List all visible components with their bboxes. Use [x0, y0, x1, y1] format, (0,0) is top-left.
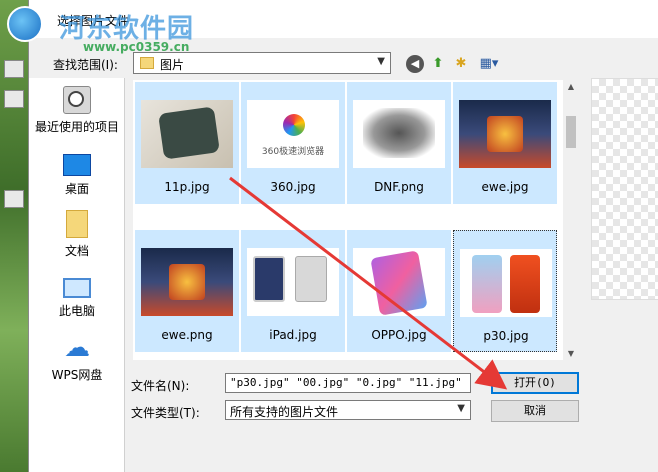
place-label: 桌面 — [64, 182, 89, 196]
folder-icon — [140, 57, 154, 69]
file-name: iPad.jpg — [269, 328, 317, 342]
image-thumbnail — [353, 248, 445, 316]
background-window-icon — [4, 60, 24, 78]
file-name: ewe.jpg — [481, 180, 529, 194]
image-thumbnail: 360极速浏览器 — [247, 100, 339, 168]
open-button[interactable]: 打开(O) — [491, 372, 579, 394]
file-item[interactable]: p30.jpg — [453, 230, 557, 352]
phone-image — [510, 255, 540, 313]
file-item[interactable]: 360极速浏览器 360.jpg — [241, 82, 345, 204]
filetype-value: 所有支持的图片文件 — [230, 405, 339, 419]
tablet-image — [295, 256, 327, 302]
filename-input[interactable]: "p30.jpg" "00.jpg" "0.jpg" "11.jpg" " — [225, 373, 471, 393]
file-name: p30.jpg — [483, 329, 529, 343]
place-label: 最近使用的项目 — [34, 120, 119, 134]
view-menu-icon[interactable]: ▦▾ — [476, 55, 502, 73]
back-arrow-icon[interactable]: ◀ — [406, 55, 424, 73]
image-thumbnail — [460, 249, 552, 317]
image-thumbnail — [247, 248, 339, 316]
place-desktop[interactable]: 桌面 — [29, 150, 125, 197]
tablet-image — [253, 256, 285, 302]
filename-label: 文件名(N): — [131, 379, 190, 393]
file-item[interactable]: 11p.jpg — [135, 82, 239, 204]
file-name: 360.jpg — [270, 180, 316, 194]
vertical-scrollbar[interactable]: ▲ ▼ — [563, 80, 579, 360]
file-name: OPPO.jpg — [371, 328, 427, 342]
lookin-label: 查找范围(I): — [53, 58, 118, 72]
filetype-label: 文件类型(T): — [131, 406, 200, 420]
up-folder-icon[interactable]: ⬆ — [429, 55, 447, 73]
file-item[interactable]: ewe.png — [135, 230, 239, 352]
thumbnail-text: 360极速浏览器 — [261, 147, 325, 157]
cancel-button[interactable]: 取消 — [491, 400, 579, 422]
image-thumbnail — [141, 248, 233, 316]
image-thumbnail — [353, 100, 445, 168]
places-bar: 最近使用的项目 桌面 文档 此电脑 ☁ WPS网盘 — [29, 78, 125, 472]
desktop-icon — [63, 154, 91, 176]
place-label: 文档 — [64, 244, 89, 258]
chevron-down-icon: ▼ — [377, 56, 385, 67]
preview-pane — [591, 78, 658, 300]
file-item[interactable]: DNF.png — [347, 82, 451, 204]
filetype-select[interactable]: 所有支持的图片文件 ▼ — [225, 400, 471, 420]
image-thumbnail — [459, 100, 551, 168]
this-pc-icon — [63, 278, 91, 298]
place-label: 此电脑 — [58, 304, 95, 318]
file-item[interactable]: ewe.jpg — [453, 82, 557, 204]
place-documents[interactable]: 文档 — [29, 210, 125, 259]
background-window-icon — [4, 90, 24, 108]
place-recent[interactable]: 最近使用的项目 — [29, 86, 125, 135]
lookin-value: 图片 — [160, 58, 185, 72]
open-file-dialog: 选择图片文件 河东软件园 www.pc0359.cn 查找范围(I): 图片 ▼… — [7, 0, 658, 472]
file-list[interactable]: 11p.jpg 360极速浏览器 360.jpg DNF.png ewe.jpg… — [133, 80, 577, 360]
recent-items-icon — [63, 86, 91, 114]
file-name: 11p.jpg — [164, 180, 210, 194]
title-bar: 选择图片文件 河东软件园 www.pc0359.cn — [7, 0, 658, 54]
chevron-down-icon: ▼ — [457, 403, 465, 414]
browser-logo-icon — [283, 114, 305, 136]
file-item[interactable]: OPPO.jpg — [347, 230, 451, 352]
place-label: WPS网盘 — [51, 368, 103, 382]
phone-image — [472, 255, 502, 313]
file-item[interactable]: iPad.jpg — [241, 230, 345, 352]
scroll-up-icon[interactable]: ▲ — [563, 82, 579, 91]
scroll-down-icon[interactable]: ▼ — [563, 349, 579, 358]
desktop-background — [0, 0, 28, 472]
place-wps-cloud[interactable]: ☁ WPS网盘 — [29, 334, 125, 383]
new-folder-icon[interactable]: ✱ — [452, 55, 470, 73]
background-window-icon — [4, 190, 24, 208]
watermark-logo-icon — [7, 6, 43, 42]
documents-icon — [66, 210, 88, 238]
lookin-combo[interactable]: 图片 ▼ — [133, 52, 391, 74]
file-name: ewe.png — [161, 328, 213, 342]
image-thumbnail — [141, 100, 233, 168]
scroll-thumb[interactable] — [566, 116, 576, 148]
wps-cloud-icon: ☁ — [64, 333, 90, 363]
file-name: DNF.png — [374, 180, 424, 194]
place-this-pc[interactable]: 此电脑 — [29, 272, 125, 319]
